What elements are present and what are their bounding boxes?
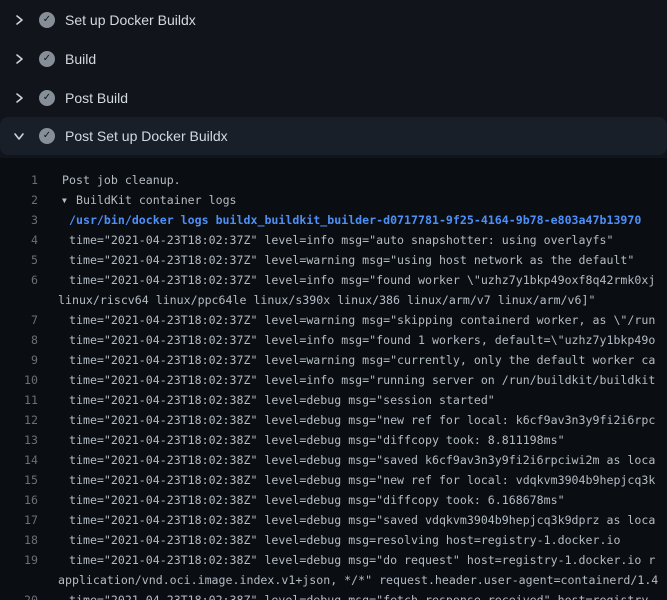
log-line-number[interactable]: 3 (0, 210, 38, 230)
log-line-number[interactable]: 13 (0, 430, 38, 450)
log-line-number (0, 290, 38, 310)
log-line: 6 time="2021-04-23T18:02:37Z" level=info … (0, 270, 667, 290)
log-line-text: time="2021-04-23T18:02:37Z" level=info m… (69, 370, 655, 390)
log-line: application/vnd.oci.image.index.v1+json,… (0, 570, 667, 590)
step-row-post-build[interactable]: ✓ Post Build (0, 78, 667, 117)
log-line-number[interactable]: 19 (0, 550, 38, 570)
log-line: 14 time="2021-04-23T18:02:38Z" level=debu… (0, 450, 667, 470)
log-line-number[interactable]: 2 (0, 190, 38, 210)
step-label: Set up Docker Buildx (65, 12, 196, 28)
log-line: 17 time="2021-04-23T18:02:38Z" level=debu… (0, 510, 667, 530)
log-line-number[interactable]: 7 (0, 310, 38, 330)
log-line-text: time="2021-04-23T18:02:37Z" level=info m… (69, 330, 655, 350)
step-row-set-up-docker-buildx[interactable]: ✓ Set up Docker Buildx (0, 0, 667, 39)
log-line-text: time="2021-04-23T18:02:38Z" level=debug … (69, 590, 655, 600)
log-line-number[interactable]: 9 (0, 350, 38, 370)
chevron-right-icon[interactable] (13, 92, 25, 104)
log-line-number (0, 570, 38, 590)
log-line-text: time="2021-04-23T18:02:38Z" level=debug … (69, 430, 565, 450)
log-line-number[interactable]: 6 (0, 270, 38, 290)
log-line-text: time="2021-04-23T18:02:37Z" level=warnin… (69, 250, 634, 270)
log-line-text: time="2021-04-23T18:02:37Z" level=info m… (69, 270, 655, 290)
log-line-text: time="2021-04-23T18:02:38Z" level=debug … (69, 470, 655, 490)
log-line-text: time="2021-04-23T18:02:38Z" level=debug … (69, 490, 565, 510)
log-line-number[interactable]: 14 (0, 450, 38, 470)
chevron-down-icon[interactable] (13, 130, 25, 142)
log-line-text: Post job cleanup. (62, 170, 181, 190)
log-line-number[interactable]: 20 (0, 590, 38, 600)
step-label: Build (65, 51, 96, 67)
steps-list: ✓ Set up Docker Buildx ✓ Build ✓ Post Build ✓ P… (0, 0, 667, 155)
step-label: Post Build (65, 90, 128, 106)
step-label: Post Set up Docker Buildx (65, 128, 228, 144)
log-line: 15 time="2021-04-23T18:02:38Z" level=debu… (0, 470, 667, 490)
log-line: 3/usr/bin/docker logs buildx_buildkit_bu… (0, 210, 667, 230)
check-circle-icon: ✓ (39, 51, 55, 67)
log-line: 19 time="2021-04-23T18:02:38Z" level=debu… (0, 550, 667, 570)
log-line-text: /usr/bin/docker logs buildx_buildkit_bui… (69, 210, 641, 230)
log-line-number[interactable]: 8 (0, 330, 38, 350)
log-line: 5 time="2021-04-23T18:02:37Z" level=warni… (0, 250, 667, 270)
log-line-text: application/vnd.oci.image.index.v1+json,… (58, 570, 658, 590)
log-line-number[interactable]: 12 (0, 410, 38, 430)
log-group-label: BuildKit container logs (76, 193, 237, 207)
log-line-text: time="2021-04-23T18:02:38Z" level=debug … (69, 390, 495, 410)
log-line-text: linux/riscv64 linux/ppc64le linux/s390x … (58, 290, 595, 310)
log-line-text: time="2021-04-23T18:02:38Z" level=debug … (69, 550, 655, 570)
log-line: 1 Post job cleanup. (0, 170, 667, 190)
log-line: 9 time="2021-04-23T18:02:37Z" level=warni… (0, 350, 667, 370)
log-line: 16 time="2021-04-23T18:02:38Z" level=debu… (0, 490, 667, 510)
log-line-number[interactable]: 18 (0, 530, 38, 550)
log-line: 12 time="2021-04-23T18:02:38Z" level=debu… (0, 410, 667, 430)
check-circle-icon: ✓ (39, 128, 55, 144)
log-line: linux/riscv64 linux/ppc64le linux/s390x … (0, 290, 667, 310)
step-row-build[interactable]: ✓ Build (0, 39, 667, 78)
log-line-text: time="2021-04-23T18:02:37Z" level=warnin… (69, 350, 655, 370)
step-row-post-set-up-docker-buildx[interactable]: ✓ Post Set up Docker Buildx (0, 117, 667, 155)
log-line: 4 time="2021-04-23T18:02:37Z" level=info … (0, 230, 667, 250)
log-line-number[interactable]: 11 (0, 390, 38, 410)
log-line-number[interactable]: 15 (0, 470, 38, 490)
log-line: 11 time="2021-04-23T18:02:38Z" level=debu… (0, 390, 667, 410)
log-line-text: time="2021-04-23T18:02:38Z" level=debug … (69, 410, 655, 430)
log-line-text: time="2021-04-23T18:02:38Z" level=debug … (69, 530, 620, 550)
log-line-text: time="2021-04-23T18:02:37Z" level=warnin… (69, 310, 655, 330)
chevron-right-icon[interactable] (13, 14, 25, 26)
log-line: 20 time="2021-04-23T18:02:38Z" level=debu… (0, 590, 667, 600)
log-line: 13 time="2021-04-23T18:02:38Z" level=debu… (0, 430, 667, 450)
log-line: 8 time="2021-04-23T18:02:37Z" level=info … (0, 330, 667, 350)
log-group-toggle[interactable]: ▼BuildKit container logs (62, 190, 237, 210)
workflow-log-panel: ✓ Set up Docker Buildx ✓ Build ✓ Post Build ✓ P… (0, 0, 667, 600)
log-line-number[interactable]: 1 (0, 170, 38, 190)
log-line: 7 time="2021-04-23T18:02:37Z" level=warni… (0, 310, 667, 330)
log-line-text: time="2021-04-23T18:02:37Z" level=info m… (69, 230, 613, 250)
log-line-number[interactable]: 17 (0, 510, 38, 530)
log-line-number[interactable]: 5 (0, 250, 38, 270)
triangle-down-icon[interactable]: ▼ (62, 191, 76, 210)
log-line: 10 time="2021-04-23T18:02:37Z" level=info… (0, 370, 667, 390)
log-line-text: time="2021-04-23T18:02:38Z" level=debug … (69, 510, 655, 530)
log-line: 2 ▼BuildKit container logs (0, 190, 667, 210)
log-line-number[interactable]: 4 (0, 230, 38, 250)
check-circle-icon: ✓ (39, 12, 55, 28)
log-line: 18 time="2021-04-23T18:02:38Z" level=debu… (0, 530, 667, 550)
check-circle-icon: ✓ (39, 90, 55, 106)
log-line-number[interactable]: 10 (0, 370, 38, 390)
chevron-right-icon[interactable] (13, 53, 25, 65)
log-line-number[interactable]: 16 (0, 490, 38, 510)
log-line-text: time="2021-04-23T18:02:38Z" level=debug … (69, 450, 655, 470)
log-console: 1 Post job cleanup. 2 ▼BuildKit container l… (0, 158, 667, 600)
